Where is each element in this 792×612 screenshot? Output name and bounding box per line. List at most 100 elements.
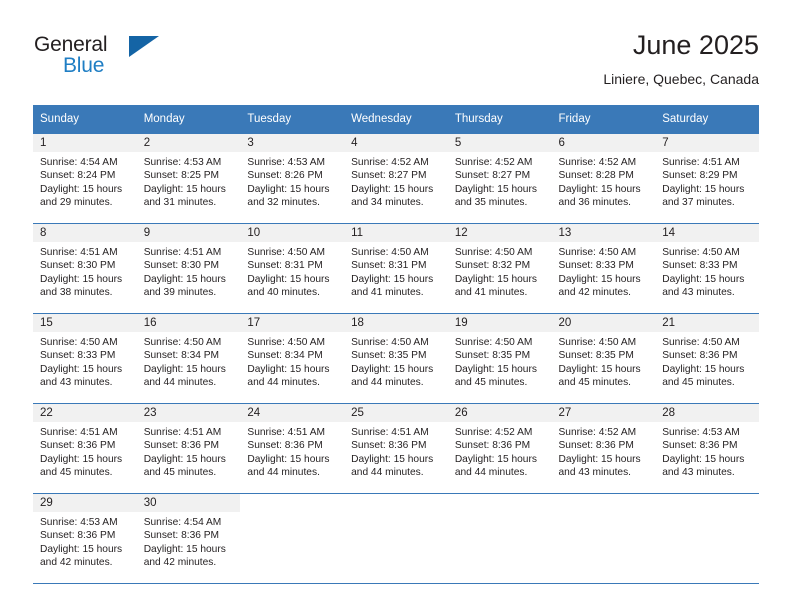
calendar-day-cell[interactable]: 5 Sunrise: 4:52 AM Sunset: 8:27 PM Daylight… [447,133,552,224]
daylight-text-line1: Daylight: 15 hours [454,183,537,195]
daylight-text-line2: and 45 minutes. [454,376,528,388]
calendar-day-cell[interactable]: 24 Sunrise: 4:51 AM Sunset: 8:36 PM Dayligh… [240,403,345,494]
day-cell-inner: 7 Sunrise: 4:51 AM Sunset: 8:29 PM Daylight… [655,134,759,223]
daylight-text-line1: Daylight: 15 hours [143,183,226,195]
sunset-text: Sunset: 8:33 PM [662,260,738,272]
calendar-day-cell[interactable]: 30 Sunrise: 4:54 AM Sunset: 8:36 PM Dayligh… [136,493,241,584]
title-block: June 2025 Liniere, Quebec, Canada [603,28,759,90]
day-number: 28 [655,404,759,422]
calendar-day-cell[interactable]: 21 Sunrise: 4:50 AM Sunset: 8:36 PM Dayligh… [655,313,759,404]
sunrise-text: Sunrise: 4:50 AM [351,337,429,348]
day-number: 20 [551,314,656,332]
sunrise-text: Sunrise: 4:51 AM [143,247,222,258]
calendar-day-cell[interactable]: 14 Sunrise: 4:50 AM Sunset: 8:33 PM Dayligh… [655,223,759,314]
sunset-text: Sunset: 8:31 PM [351,260,427,272]
day-details: Sunrise: 4:50 AM Sunset: 8:35 PM Daylight:… [552,332,656,389]
daylight-text-line2: and 36 minutes. [558,196,632,208]
sunset-text: Sunset: 8:36 PM [40,530,116,542]
calendar-day-cell[interactable]: 23 Sunrise: 4:51 AM Sunset: 8:36 PM Dayligh… [136,403,241,494]
day-number: 24 [240,404,345,422]
general-blue-logo[interactable]: General Blue [33,33,243,89]
calendar-day-cell[interactable]: 19 Sunrise: 4:50 AM Sunset: 8:35 PM Dayligh… [447,313,552,404]
sunset-text: Sunset: 8:27 PM [351,170,427,182]
page-subtitle: Liniere, Quebec, Canada [603,71,759,87]
weekday-header-friday: Friday [551,105,656,134]
calendar-day-cell[interactable]: 4 Sunrise: 4:52 AM Sunset: 8:27 PM Daylight… [344,133,448,224]
sunrise-text: Sunrise: 4:54 AM [40,157,118,168]
calendar-day-cell[interactable]: 13 Sunrise: 4:50 AM Sunset: 8:33 PM Dayligh… [551,223,656,314]
calendar-day-cell[interactable]: 12 Sunrise: 4:50 AM Sunset: 8:32 PM Dayligh… [447,223,552,314]
calendar-day-cell[interactable]: 2 Sunrise: 4:53 AM Sunset: 8:25 PM Daylight… [136,133,241,224]
sunrise-text: Sunrise: 4:54 AM [143,517,222,528]
daylight-text-line2: and 42 minutes. [143,556,217,568]
day-details: Sunrise: 4:52 AM Sunset: 8:27 PM Daylight:… [448,152,552,209]
daylight-text-line1: Daylight: 15 hours [40,363,123,375]
daylight-text-line1: Daylight: 15 hours [247,363,330,375]
day-cell-inner: 22 Sunrise: 4:51 AM Sunset: 8:36 PM Dayligh… [33,404,137,493]
calendar-day-cell[interactable]: 17 Sunrise: 4:50 AM Sunset: 8:34 PM Dayligh… [240,313,345,404]
calendar-day-cell[interactable]: 15 Sunrise: 4:50 AM Sunset: 8:33 PM Dayligh… [33,313,137,404]
page-title: June 2025 [632,30,759,60]
calendar-day-cell[interactable]: 10 Sunrise: 4:50 AM Sunset: 8:31 PM Dayligh… [240,223,345,314]
sunset-text: Sunset: 8:36 PM [351,440,427,452]
daylight-text-line2: and 37 minutes. [662,196,735,208]
daylight-text-line1: Daylight: 15 hours [143,543,226,555]
daylight-text-line2: and 42 minutes. [40,556,113,568]
calendar-day-cell[interactable]: 1 Sunrise: 4:54 AM Sunset: 8:24 PM Daylight… [33,133,137,224]
calendar-day-cell[interactable]: 25 Sunrise: 4:51 AM Sunset: 8:36 PM Dayligh… [344,403,448,494]
daylight-text-line1: Daylight: 15 hours [454,363,537,375]
day-cell-inner: 12 Sunrise: 4:50 AM Sunset: 8:32 PM Dayligh… [447,224,552,313]
daylight-text-line2: and 44 minutes. [247,376,320,388]
weekday-header-tuesday: Tuesday [240,105,345,134]
sunset-text: Sunset: 8:36 PM [662,350,738,362]
page-header: General Blue June 2025 Liniere, Quebec, … [33,28,759,94]
day-number: 16 [136,314,241,332]
sunrise-text: Sunrise: 4:53 AM [40,517,118,528]
calendar-day-cell[interactable]: 20 Sunrise: 4:50 AM Sunset: 8:35 PM Dayligh… [551,313,656,404]
calendar-day-cell[interactable]: 6 Sunrise: 4:52 AM Sunset: 8:28 PM Daylight… [551,133,656,224]
day-details: Sunrise: 4:51 AM Sunset: 8:36 PM Daylight:… [33,422,137,479]
sunset-text: Sunset: 8:34 PM [247,350,323,362]
sunrise-text: Sunrise: 4:50 AM [454,337,533,348]
calendar-day-cell[interactable]: 26 Sunrise: 4:52 AM Sunset: 8:36 PM Dayligh… [447,403,552,494]
daylight-text-line1: Daylight: 15 hours [143,453,226,465]
daylight-text-line1: Daylight: 15 hours [40,543,123,555]
day-details: Sunrise: 4:50 AM Sunset: 8:34 PM Daylight:… [240,332,344,389]
calendar-week-row: 22 Sunrise: 4:51 AM Sunset: 8:36 PM Dayligh… [33,403,759,494]
daylight-text-line1: Daylight: 15 hours [40,273,123,285]
day-details: Sunrise: 4:50 AM Sunset: 8:33 PM Daylight:… [552,242,656,299]
calendar-day-cell[interactable]: 27 Sunrise: 4:52 AM Sunset: 8:36 PM Dayligh… [551,403,656,494]
daylight-text-line2: and 31 minutes. [143,196,217,208]
sunset-text: Sunset: 8:26 PM [247,170,323,182]
calendar-day-cell[interactable]: 11 Sunrise: 4:50 AM Sunset: 8:31 PM Dayligh… [344,223,448,314]
sunset-text: Sunset: 8:35 PM [558,350,634,362]
day-number: 1 [33,134,137,152]
day-details: Sunrise: 4:53 AM Sunset: 8:36 PM Daylight:… [33,512,137,569]
calendar-day-cell[interactable]: 8 Sunrise: 4:51 AM Sunset: 8:30 PM Daylight… [33,223,137,314]
calendar-day-cell[interactable]: 22 Sunrise: 4:51 AM Sunset: 8:36 PM Dayligh… [33,403,137,494]
sunset-text: Sunset: 8:34 PM [143,350,220,362]
daylight-text-line2: and 29 minutes. [40,196,113,208]
day-details: Sunrise: 4:50 AM Sunset: 8:31 PM Daylight:… [240,242,344,299]
calendar-day-cell[interactable]: 29 Sunrise: 4:53 AM Sunset: 8:36 PM Dayligh… [33,493,137,584]
calendar-day-cell[interactable]: 28 Sunrise: 4:53 AM Sunset: 8:36 PM Dayligh… [655,403,759,494]
sunrise-text: Sunrise: 4:51 AM [351,427,429,438]
calendar-day-cell[interactable]: 7 Sunrise: 4:51 AM Sunset: 8:29 PM Daylight… [655,133,759,224]
sunrise-text: Sunrise: 4:51 AM [143,427,222,438]
calendar-day-cell[interactable]: 16 Sunrise: 4:50 AM Sunset: 8:34 PM Dayligh… [136,313,241,404]
calendar-day-cell[interactable]: 9 Sunrise: 4:51 AM Sunset: 8:30 PM Daylight… [136,223,241,314]
day-number: 12 [447,224,552,242]
sunrise-text: Sunrise: 4:51 AM [40,247,118,258]
daylight-text-line1: Daylight: 15 hours [40,183,123,195]
calendar-day-cell[interactable]: 18 Sunrise: 4:50 AM Sunset: 8:35 PM Dayligh… [344,313,448,404]
sunset-text: Sunset: 8:28 PM [558,170,634,182]
daylight-text-line1: Daylight: 15 hours [662,453,745,465]
daylight-text-line2: and 45 minutes. [143,466,217,478]
calendar-day-cell[interactable]: 3 Sunrise: 4:53 AM Sunset: 8:26 PM Daylight… [240,133,345,224]
day-cell-inner: 6 Sunrise: 4:52 AM Sunset: 8:28 PM Daylight… [551,134,656,223]
daylight-text-line1: Daylight: 15 hours [558,183,641,195]
day-cell-inner: 29 Sunrise: 4:53 AM Sunset: 8:36 PM Dayligh… [33,494,137,583]
day-number: 3 [240,134,345,152]
sunset-text: Sunset: 8:35 PM [454,350,531,362]
daylight-text-line1: Daylight: 15 hours [454,273,537,285]
